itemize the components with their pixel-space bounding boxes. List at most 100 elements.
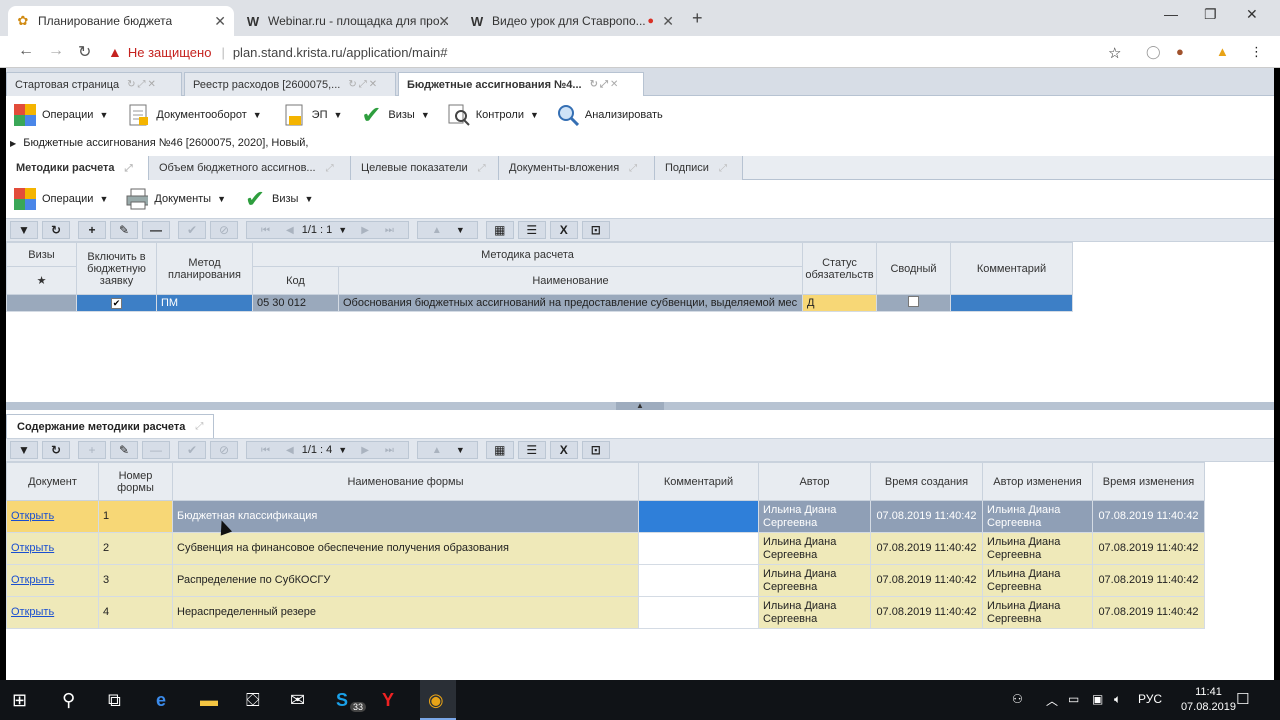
top-pager[interactable]: ⏮ ◀ 1/1 : 1 ▼ ▶ ⏭ <box>246 221 409 239</box>
include-cell[interactable]: ✔ <box>76 294 157 312</box>
include-checkbox[interactable]: ✔ <box>111 298 122 309</box>
cancel-icon[interactable]: ⊘ <box>210 221 238 239</box>
comment-cell[interactable] <box>638 564 759 597</box>
omnibox[interactable]: ▲ Не защищено | plan.stand.krista.ru/app… <box>108 40 1136 64</box>
subtab-attachments[interactable]: Документы-вложения ⤢ <box>499 156 655 180</box>
table-row[interactable]: Открыть 1 Бюджетная классификация Ильина… <box>6 500 1205 533</box>
header-modified[interactable]: Время изменения <box>1092 462 1205 501</box>
open-cell[interactable]: Открыть <box>6 532 99 565</box>
visas-button[interactable]: ✔ Визы ▼ <box>358 102 431 129</box>
sort-control[interactable]: ▲ ▼ <box>416 441 478 459</box>
excel-icon[interactable]: X <box>549 221 578 239</box>
app-tab-allocations[interactable]: Бюджетные ассигнования №4... ↻⤢✕ <box>398 72 644 96</box>
dropdown-arrow-icon[interactable]: ▼ <box>456 225 465 235</box>
open-link[interactable]: Открыть <box>11 606 54 618</box>
lower-tab[interactable]: Содержание методики расчета ⤢ <box>6 414 215 438</box>
table-row[interactable]: Открыть 3 Распределение по СубКОСГУ Ильи… <box>6 564 1205 597</box>
star-icon[interactable]: ☆ <box>1108 44 1121 62</box>
minimize-icon[interactable]: — <box>1164 6 1178 22</box>
header-status[interactable]: Статус обязательств <box>802 242 877 295</box>
browser-tab-budget[interactable]: ✿ Планирование бюджета ✕ <box>8 6 234 36</box>
browser-tab-webinar[interactable]: W Webinar.ru - площадка для про... ✕ <box>238 6 458 36</box>
edge-icon[interactable]: e <box>156 690 166 711</box>
refresh-icon[interactable]: ↻ <box>42 441 70 459</box>
fullscreen-icon[interactable]: ⊡ <box>581 441 610 459</box>
header-document[interactable]: Документ <box>6 462 99 501</box>
docflow-button[interactable]: Документооборот ▼ <box>126 104 263 126</box>
list-view-icon[interactable]: ☰ <box>517 441 546 459</box>
close-icon[interactable]: ✕ <box>662 13 674 30</box>
dropdown-arrow-icon[interactable]: ▼ <box>456 445 465 455</box>
header-methodology[interactable]: Методика расчета <box>252 242 803 267</box>
ep-button[interactable]: ЭП ▼ <box>282 104 345 126</box>
list-view-icon[interactable]: ☰ <box>517 221 546 239</box>
comment-cell[interactable] <box>638 596 759 629</box>
maximize-icon[interactable]: ❐ <box>1204 6 1217 23</box>
check-icon[interactable]: ✔ <box>178 221 206 239</box>
remove-icon[interactable]: — <box>142 221 170 239</box>
store-icon[interactable]: ⛋ <box>246 690 260 711</box>
collapse-arrow-icon[interactable]: ▲ <box>616 402 664 410</box>
visas2-button[interactable]: ✔ Визы ▼ <box>242 186 315 213</box>
subtab-volume[interactable]: Объем бюджетного ассигнов... ⤢ <box>149 156 351 180</box>
open-cell[interactable]: Открыть <box>6 564 99 597</box>
splitter[interactable]: ▲ <box>6 402 1274 410</box>
mail-icon[interactable]: ✉ <box>290 690 305 711</box>
controls-button[interactable]: Контроли ▼ <box>446 104 541 126</box>
open-link[interactable]: Открыть <box>11 574 54 586</box>
header-method[interactable]: Метод планирования <box>156 242 253 295</box>
open-link[interactable]: Открыть <box>11 510 54 522</box>
sort-control[interactable]: ▲ ▼ <box>416 221 478 239</box>
open-cell[interactable]: Открыть <box>6 500 99 533</box>
pin-icon[interactable]: ⤢ <box>629 163 637 174</box>
lower-pager[interactable]: ⏮ ◀ 1/1 : 4 ▼ ▶ ⏭ <box>246 441 409 459</box>
new-tab-icon[interactable]: + <box>692 8 703 29</box>
edit-icon[interactable]: ✎ <box>110 441 138 459</box>
yandex-icon[interactable]: Y <box>382 690 394 711</box>
filter-icon[interactable]: ▼ <box>10 221 38 239</box>
filter-icon[interactable]: ▼ <box>10 441 38 459</box>
clock[interactable]: 11:41 07.08.2019 <box>1181 685 1236 715</box>
check-icon[interactable]: ✔ <box>178 441 206 459</box>
edit-icon[interactable]: ✎ <box>110 221 138 239</box>
people-icon[interactable]: ⚇ <box>1012 692 1023 706</box>
first-page-icon[interactable]: ⏮ <box>261 445 270 456</box>
app-tab-start[interactable]: Стартовая страница ↻⤢✕ <box>6 72 182 96</box>
profile-icon[interactable]: ● <box>1176 44 1184 59</box>
extension-icon[interactable]: ▲ <box>1216 44 1229 59</box>
notifications-icon[interactable]: ☐ <box>1236 690 1249 708</box>
header-created[interactable]: Время создания <box>870 462 983 501</box>
header-visas[interactable]: Визы <box>6 242 77 267</box>
menu-icon[interactable]: ⋮ <box>1250 44 1263 60</box>
back-icon[interactable]: ← <box>18 42 34 60</box>
header-code[interactable]: Код <box>252 266 339 295</box>
fullscreen-icon[interactable]: ⊡ <box>581 221 610 239</box>
folder-icon[interactable]: ▬ <box>200 690 218 711</box>
header-include[interactable]: Включить в бюджетную заявку <box>76 242 157 295</box>
extension-circle-icon[interactable]: ◯ <box>1146 44 1161 60</box>
header-comment[interactable]: Комментарий <box>950 242 1073 295</box>
next-page-icon[interactable]: ▶ <box>361 445 369 456</box>
dropdown-arrow-icon[interactable]: ▼ <box>338 445 347 455</box>
app-tab-expenses[interactable]: Реестр расходов [2600075,... ↻⤢✕ <box>184 72 396 96</box>
table-row[interactable]: Открыть 4 Нераспределенный резере Ильина… <box>6 596 1205 629</box>
last-page-icon[interactable]: ⏭ <box>385 445 394 456</box>
documents-button[interactable]: Документы ▼ <box>124 188 228 210</box>
browser-tab-video[interactable]: W Видео урок для Ставропо... ● ✕ <box>462 6 682 36</box>
prev-page-icon[interactable]: ◀ <box>286 445 294 456</box>
header-form-name[interactable]: Наименование формы <box>172 462 639 501</box>
header-summary[interactable]: Сводный <box>876 242 951 295</box>
summary-checkbox[interactable] <box>908 296 919 307</box>
sort-up-icon[interactable]: ▲ <box>432 225 442 236</box>
chrome-icon[interactable]: ◉ <box>428 690 444 711</box>
refresh-icon[interactable]: ↻ <box>42 221 70 239</box>
tab-actions-icon[interactable]: ↻⤢✕ <box>127 79 158 90</box>
open-cell[interactable]: Открыть <box>6 596 99 629</box>
volume-icon[interactable]: 🔈︎ <box>1114 692 1121 707</box>
table-row[interactable]: ✔ ПМ 05 30 012 Обоснования бюджетных асс… <box>6 294 1073 312</box>
pin-icon[interactable]: ⤢ <box>478 163 486 174</box>
close-icon[interactable]: ✕ <box>438 13 450 30</box>
add-icon[interactable]: + <box>78 441 106 459</box>
subtab-methods[interactable]: Методики расчета ⤢ <box>6 156 149 180</box>
task-view-icon[interactable]: ⧉ <box>108 690 121 711</box>
